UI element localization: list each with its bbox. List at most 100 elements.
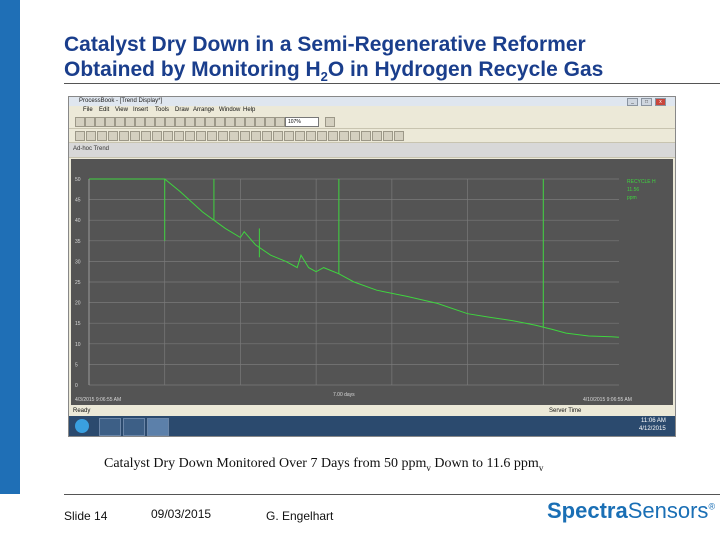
toolbar-button[interactable] [235,117,245,127]
windows-taskbar: 11:06 AM 4/12/2015 [69,416,675,436]
toolbar-button[interactable] [95,117,105,127]
toolbar-button[interactable] [115,117,125,127]
y-tick-label: 5 [75,362,78,368]
toolbar-button[interactable] [251,131,261,141]
toolbar-button[interactable] [229,131,239,141]
toolbar-button[interactable] [350,131,360,141]
time-span-label: 7.00 days [333,392,355,398]
close-button[interactable]: x [655,98,666,106]
slide-author: G. Engelhart [266,509,334,523]
trend-header: Ad-hoc Trend [69,143,675,158]
toolbar-button[interactable] [275,117,285,127]
toolbar-button[interactable] [185,117,195,127]
y-tick-label: 10 [75,342,81,348]
toolbar-button[interactable] [245,117,255,127]
toolbar-button[interactable] [306,131,316,141]
menu-draw[interactable]: Draw [175,107,189,113]
toolbar-button[interactable] [185,131,195,141]
status-server-time: Server Time [549,408,582,414]
trend-plot[interactable]: 0 5 10 15 20 25 30 35 40 45 50 RECYCLE H 11.56 ppm 4/3… [71,159,673,405]
toolbar-button[interactable] [273,131,283,141]
menu-window[interactable]: Window [219,107,240,113]
toolbar-button[interactable] [130,131,140,141]
toolbar-button[interactable] [155,117,165,127]
slide-title: Catalyst Dry Down in a Semi-Regenerative… [64,32,704,89]
toolbar-button[interactable] [372,131,382,141]
toolbar-button[interactable] [135,117,145,127]
title-line-1: Catalyst Dry Down in a Semi-Regenerative… [64,33,586,56]
toolbar-button[interactable] [328,131,338,141]
accent-bar [0,0,20,494]
start-button[interactable] [75,419,89,433]
toolbar-button[interactable] [125,117,135,127]
menu-file[interactable]: File [83,107,93,113]
toolbar-button[interactable] [85,117,95,127]
toolbar-button[interactable] [255,117,265,127]
toolbar-button[interactable] [196,131,206,141]
toolbar-button[interactable] [240,131,250,141]
trend-label: Ad-hoc Trend [73,146,110,152]
toolbar-button[interactable] [75,131,85,141]
legend-entry: 11.56 [627,187,639,193]
toolbar-button[interactable] [215,117,225,127]
toolbar-button[interactable] [295,131,305,141]
menu-arrange[interactable]: Arrange [193,107,214,113]
toolbar-button[interactable] [195,117,205,127]
toolbar-button[interactable] [141,131,151,141]
toolbar-button[interactable] [225,117,235,127]
x-start-label: 4/3/2015 9:06:55 AM [75,397,121,403]
taskbar-app-processbook[interactable] [147,418,169,436]
screenshot-processbook: ProcessBook - [Trend Display*] _ □ x Fil… [68,96,676,437]
status-ready: Ready [73,408,91,414]
toolbar-button[interactable] [119,131,129,141]
toolbar-button[interactable] [284,131,294,141]
y-tick-label: 45 [75,198,81,204]
toolbar-button[interactable] [361,131,371,141]
zoom-select[interactable]: 107% [285,117,319,127]
toolbar-button[interactable] [165,117,175,127]
toolbar-button[interactable] [152,131,162,141]
toolbar-button[interactable] [175,117,185,127]
menu-view[interactable]: View [115,107,128,113]
toolbar-button[interactable] [86,131,96,141]
y-tick-label: 0 [75,383,78,389]
taskbar-app-outlook[interactable] [99,418,121,436]
y-tick-label: 25 [75,280,81,286]
toolbar-button[interactable] [325,117,335,127]
menu-help[interactable]: Help [243,107,255,113]
trend-chart: 0 5 10 15 20 25 30 35 40 45 50 RECYCLE H 11.56 ppm 4/3… [75,177,656,403]
menu-insert[interactable]: Insert [133,107,148,113]
y-tick-label: 50 [75,177,81,183]
menu-tools[interactable]: Tools [155,107,169,113]
toolbar-button[interactable] [262,131,272,141]
taskbar-app-explorer[interactable] [123,418,145,436]
toolbar-button[interactable] [75,117,85,127]
toolbar-button[interactable] [265,117,275,127]
toolbar-button[interactable] [218,131,228,141]
toolbar-button[interactable] [97,131,107,141]
toolbar-button[interactable] [383,131,393,141]
toolbar-button[interactable] [174,131,184,141]
toolbar-button[interactable] [145,117,155,127]
toolbar-button[interactable] [108,131,118,141]
y-tick-label: 15 [75,321,81,327]
y-tick-label: 30 [75,259,81,265]
standard-toolbar: 107% [69,115,675,129]
maximize-button[interactable]: □ [641,98,652,106]
toolbar-button[interactable] [163,131,173,141]
minimize-button[interactable]: _ [627,98,638,106]
toolbar-button[interactable] [317,131,327,141]
toolbar-button[interactable] [207,131,217,141]
drawing-toolbar [69,129,675,143]
toolbar-button[interactable] [339,131,349,141]
clock-date: 4/12/2015 [639,426,666,432]
x-end-label: 4/10/2015 9:06:55 AM [583,397,632,403]
toolbar-button[interactable] [105,117,115,127]
legend-entry: RECYCLE H [627,179,656,185]
legend-entry: ppm [627,195,637,201]
toolbar-button[interactable] [205,117,215,127]
status-bar: Ready Server Time [69,407,675,416]
toolbar-button[interactable] [394,131,404,141]
menu-edit[interactable]: Edit [99,107,109,113]
slide-date: 09/03/2015 [151,507,212,521]
